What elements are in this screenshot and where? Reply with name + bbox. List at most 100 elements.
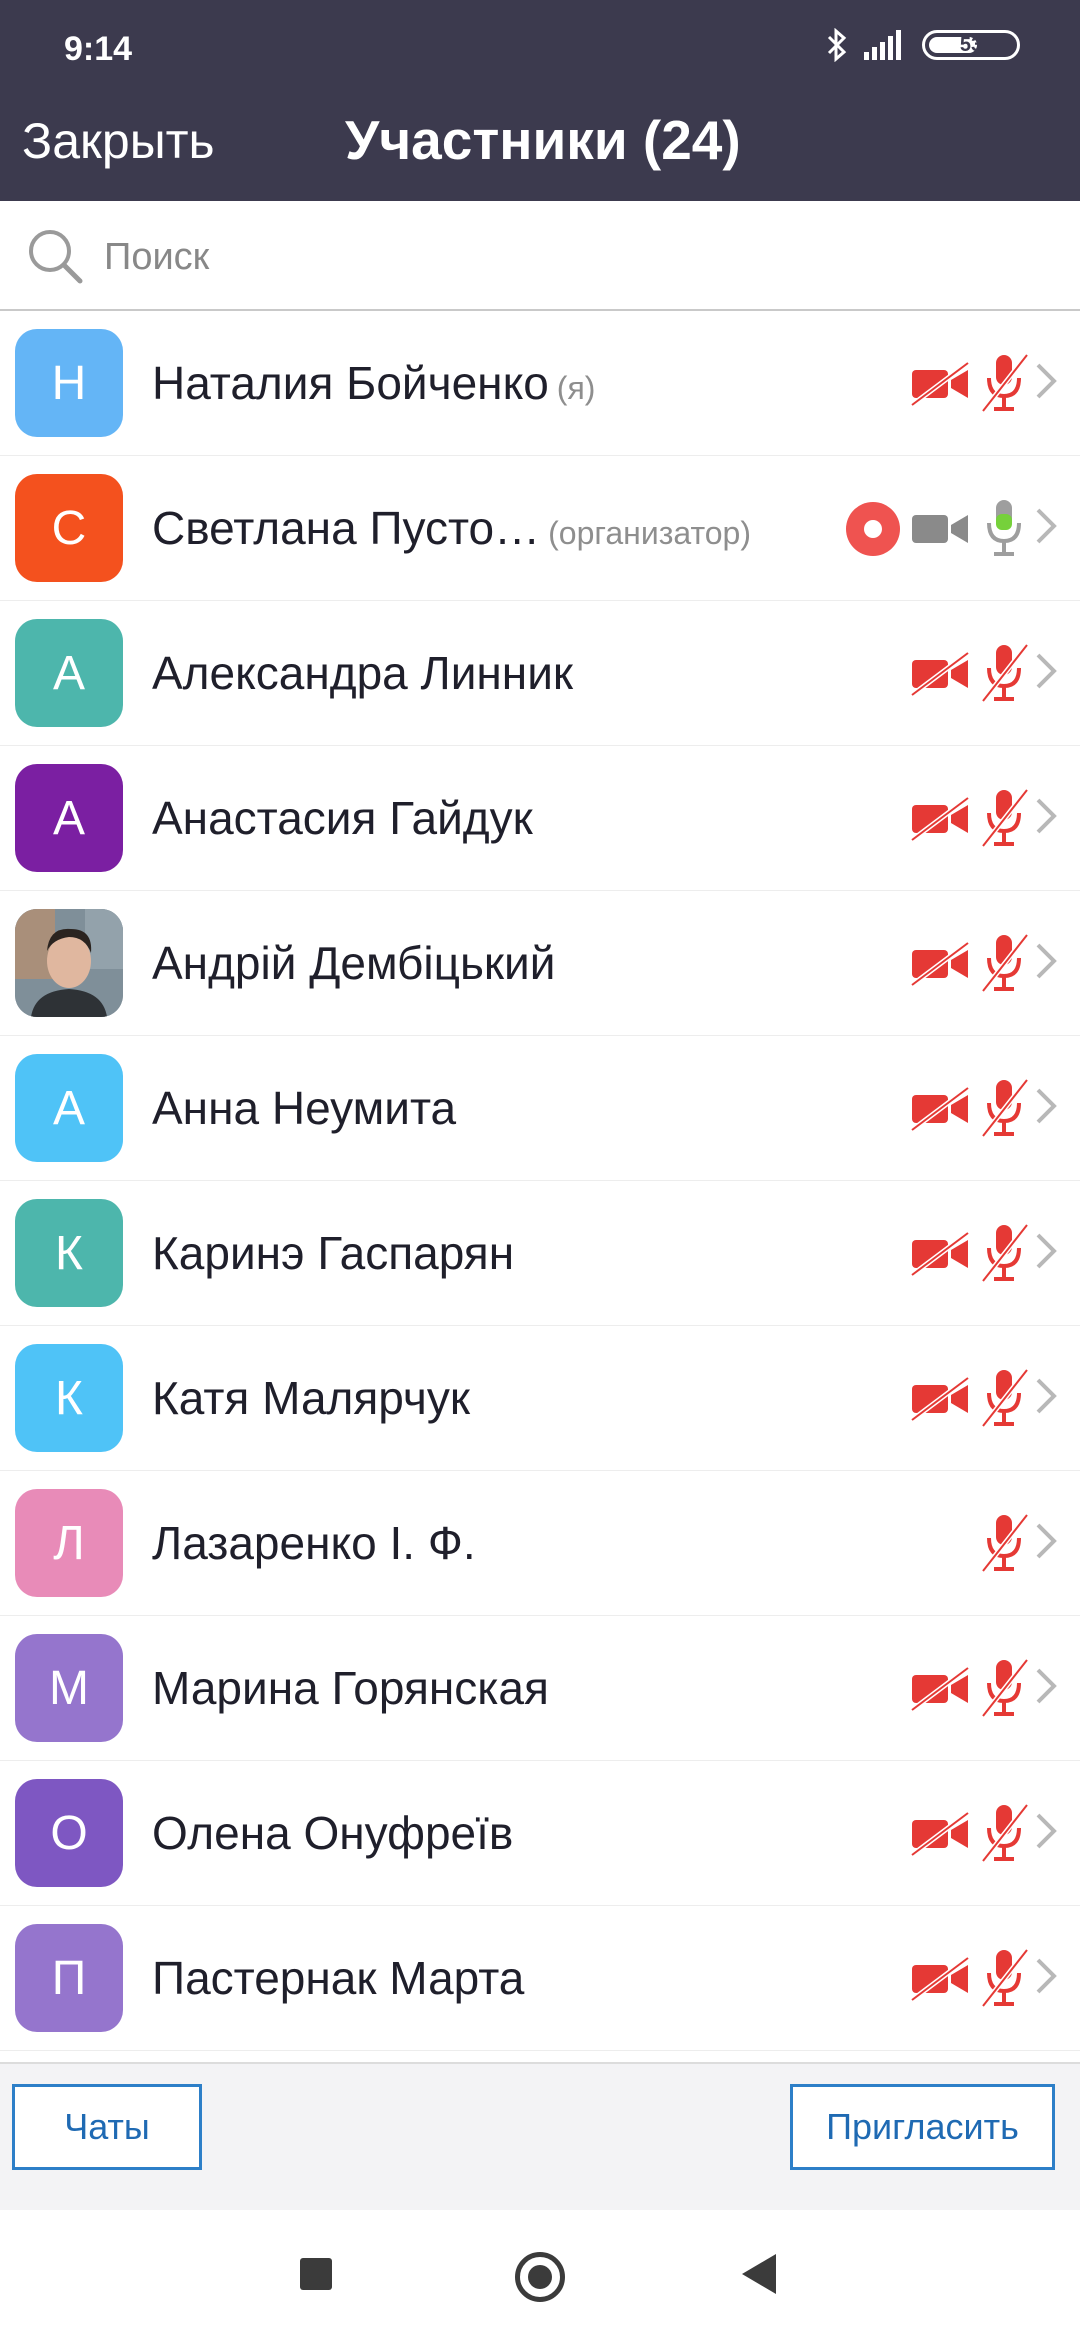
mic-off-icon: [980, 931, 1030, 997]
video-off-icon: [910, 940, 972, 987]
signal-icon: [864, 30, 901, 60]
search-icon: [29, 230, 83, 284]
participant-row[interactable]: А Анастасия Гайдук: [0, 746, 1080, 891]
home-button[interactable]: [515, 2252, 565, 2302]
video-icon: [910, 506, 972, 552]
video-off-icon: [910, 1375, 972, 1422]
avatar: Н: [15, 329, 123, 437]
back-button[interactable]: [742, 2254, 776, 2294]
video-off-icon: [910, 360, 972, 407]
participant-name: Андрій Дембіцький: [152, 891, 555, 1036]
participant-name: Анастасия Гайдук: [152, 746, 533, 891]
participant-name: Наталия Бойченко (я): [152, 311, 595, 456]
video-off-icon: [910, 650, 972, 697]
mic-off-icon: [980, 641, 1030, 707]
bottom-action-bar: Чаты Пригласить: [0, 2062, 1080, 2210]
video-off-icon: [910, 1665, 972, 1712]
battery-level: 53: [959, 33, 983, 56]
avatar: К: [15, 1199, 123, 1307]
participant-status-icons: [844, 456, 1030, 601]
video-off-icon: [910, 1085, 972, 1132]
participant-row[interactable]: К Катя Малярчук: [0, 1326, 1080, 1471]
participant-name-text: Каринэ Гаспарян: [152, 1227, 515, 1279]
participant-name-text: Светлана Пусто…: [152, 502, 541, 554]
participant-name-text: Олена Онуфреїв: [152, 1807, 514, 1859]
recents-button[interactable]: [300, 2258, 332, 2290]
participant-name: Каринэ Гаспарян: [152, 1181, 514, 1326]
participant-name: Анна Неумита: [152, 1036, 456, 1181]
participant-role-tag: (организатор): [548, 515, 751, 551]
participant-name-text: Катя Малярчук: [152, 1372, 470, 1424]
participant-row[interactable]: О Олена Онуфреїв: [0, 1761, 1080, 1906]
participant-row[interactable]: Н Наталия Бойченко (я): [0, 311, 1080, 456]
participant-name: Светлана Пусто… (организатор): [152, 456, 751, 601]
mic-off-icon: [980, 1656, 1030, 1722]
participant-row[interactable]: Андрій Дембіцький: [0, 891, 1080, 1036]
participant-status-icons: [910, 746, 1030, 891]
chevron-right-icon: [1034, 941, 1058, 986]
mic-off-icon: [980, 351, 1030, 417]
avatar: С: [15, 474, 123, 582]
system-nav-bar: [0, 2210, 1080, 2340]
participant-row[interactable]: К Каринэ Гаспарян: [0, 1181, 1080, 1326]
avatar: М: [15, 1634, 123, 1742]
chevron-right-icon: [1034, 1086, 1058, 1131]
mic-on-icon: [980, 496, 1030, 562]
participant-status-icons: [910, 601, 1030, 746]
participant-name-text: Пастернак Марта: [152, 1952, 525, 2004]
avatar: К: [15, 1344, 123, 1452]
participant-name: Лазаренко І. Ф.: [152, 1471, 476, 1616]
participant-name-text: Анастасия Гайдук: [152, 792, 533, 844]
participant-name-text: Александра Линник: [152, 647, 574, 699]
chevron-right-icon: [1034, 1666, 1058, 1711]
video-off-icon: [910, 795, 972, 842]
participant-name-text: Лазаренко І. Ф.: [152, 1517, 476, 1569]
mic-off-icon: [980, 1221, 1030, 1287]
participant-row[interactable]: С Светлана Пусто… (организатор): [0, 456, 1080, 601]
page-title: Участники (24): [345, 109, 741, 171]
search-input[interactable]: [102, 231, 1006, 283]
video-off-icon: [910, 1810, 972, 1857]
mic-off-icon: [980, 786, 1030, 852]
participant-row[interactable]: А Анна Неумита: [0, 1036, 1080, 1181]
participant-name: Пастернак Марта: [152, 1906, 524, 2051]
search-bar: [0, 201, 1080, 311]
participant-name-text: Андрій Дембіцький: [152, 937, 556, 989]
participant-name: Марина Горянская: [152, 1616, 549, 1761]
mic-off-icon: [980, 1946, 1030, 2012]
participant-row[interactable]: П Пастернак Марта: [0, 1906, 1080, 2051]
avatar: П: [15, 1924, 123, 2032]
chevron-right-icon: [1034, 1811, 1058, 1856]
chevron-right-icon: [1034, 651, 1058, 696]
participant-status-icons: [910, 1036, 1030, 1181]
participant-name: Катя Малярчук: [152, 1326, 470, 1471]
bluetooth-icon: [827, 28, 847, 62]
mic-off-icon: [980, 1076, 1030, 1142]
avatar: [15, 909, 123, 1017]
close-button[interactable]: Закрыть: [22, 112, 215, 170]
participant-role-tag: (я): [556, 370, 596, 406]
participant-row[interactable]: А Александра Линник: [0, 601, 1080, 746]
participant-status-icons: [910, 891, 1030, 1036]
participant-status-icons: [910, 1326, 1030, 1471]
avatar: А: [15, 619, 123, 727]
status-icons: 53: [826, 28, 1020, 62]
invite-button[interactable]: Пригласить: [790, 2084, 1055, 2170]
status-time: 9:14: [64, 30, 133, 68]
chevron-right-icon: [1034, 796, 1058, 841]
chevron-right-icon: [1034, 506, 1058, 551]
participant-name-text: Марина Горянская: [152, 1662, 549, 1714]
participant-row[interactable]: М Марина Горянская: [0, 1616, 1080, 1761]
chevron-right-icon: [1034, 1956, 1058, 2001]
top-app-bar: 9:14 53 Закрыть Участники (24): [0, 0, 1080, 201]
participant-status-icons: [910, 1906, 1030, 2051]
video-off-icon: [910, 1230, 972, 1277]
chats-button[interactable]: Чаты: [12, 2084, 202, 2170]
participant-row[interactable]: Л Лазаренко І. Ф.: [0, 1471, 1080, 1616]
video-off-icon: [910, 1955, 972, 2002]
avatar: А: [15, 1054, 123, 1162]
participant-status-icons: [910, 1761, 1030, 1906]
mic-off-icon: [980, 1801, 1030, 1867]
participant-name: Олена Онуфреїв: [152, 1761, 513, 1906]
mic-off-icon: [980, 1511, 1030, 1577]
